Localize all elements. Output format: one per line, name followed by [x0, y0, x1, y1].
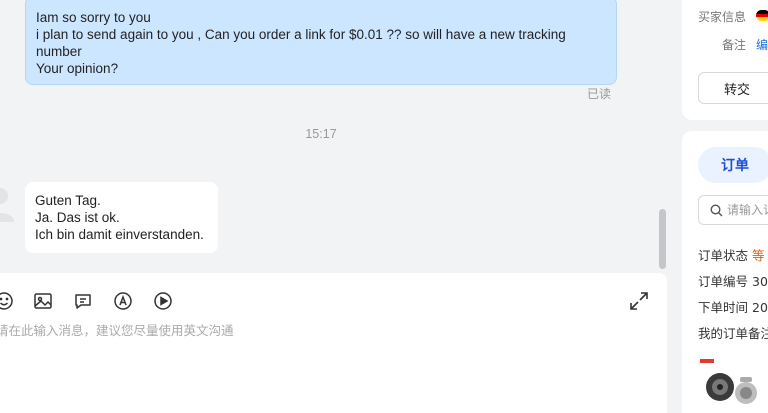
order-time-row: 下单时间 20 [698, 297, 768, 316]
incoming-message-bubble: Guten Tag. Ja. Das ist ok. Ich bin damit… [25, 182, 218, 253]
message-line: Your opinion? [36, 61, 119, 76]
note-label: 备注 [722, 38, 747, 52]
quick-reply-icon[interactable] [72, 290, 94, 312]
chat-scrollbar[interactable] [659, 209, 666, 269]
outgoing-message-bubble: Iam so sorry to you i plan to send again… [25, 0, 617, 85]
buyer-info-label: 买家信息 [698, 10, 747, 24]
order-search[interactable] [698, 195, 768, 225]
message-composer [0, 273, 667, 413]
order-time-label: 下单时间 [698, 300, 749, 315]
order-search-input[interactable] [727, 201, 768, 219]
order-number-value: 30 [752, 274, 768, 289]
tab-order[interactable]: 订单 [698, 147, 768, 183]
message-line: i plan to send again to you , Can you or… [36, 27, 566, 42]
message-input[interactable] [0, 320, 620, 400]
product-thumbnail[interactable] [700, 357, 760, 409]
expand-icon[interactable] [628, 290, 650, 312]
order-time-value: 20 [752, 300, 768, 315]
order-status-row: 订单状态等 [698, 245, 765, 264]
order-status-label: 订单状态 [698, 248, 749, 263]
read-status: 已读 [587, 87, 612, 101]
message-line: Ich bin damit einverstanden. [35, 227, 204, 242]
message-line: Iam so sorry to you [36, 10, 151, 25]
video-icon[interactable] [152, 290, 174, 312]
translate-icon[interactable] [112, 290, 134, 312]
transfer-button[interactable]: 转交 [698, 72, 768, 104]
chat-area: Iam so sorry to you i plan to send again… [0, 0, 667, 413]
order-number-label: 订单编号 [698, 274, 749, 289]
composer-toolbar [0, 290, 667, 312]
my-order-note: 我的订单备注 [698, 326, 768, 341]
buyer-info-card: 买家信息 备注 编 转交 [682, 0, 768, 120]
search-icon [710, 204, 723, 217]
emoji-icon[interactable] [0, 290, 15, 312]
avatar [0, 188, 14, 222]
edit-note-link[interactable]: 编 [756, 36, 768, 53]
message-timestamp: 15:17 [305, 127, 337, 141]
order-card: 订单 订单状态等 订单编号30 下单时间20 我的订单备注 [682, 131, 768, 413]
order-number-row: 订单编号 30 [698, 271, 768, 290]
germany-flag-icon [756, 10, 768, 21]
message-line: Guten Tag. [35, 193, 101, 208]
order-status-value: 等 [752, 248, 765, 263]
message-line: Ja. Das ist ok. [35, 210, 120, 225]
message-line: number [36, 44, 82, 59]
image-icon[interactable] [32, 290, 54, 312]
